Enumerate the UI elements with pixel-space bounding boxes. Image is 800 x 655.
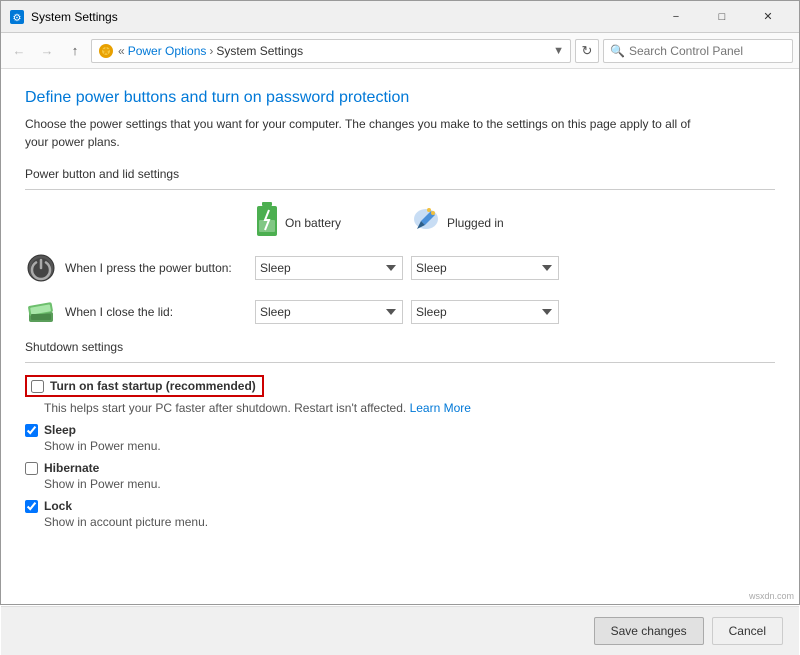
svg-text:⚙: ⚙ [13,13,22,24]
search-icon: 🔍 [610,44,625,58]
lock-desc: Show in account picture menu. [44,515,775,529]
save-changes-button[interactable]: Save changes [594,617,704,645]
main-content: Define power buttons and turn on passwor… [1,69,799,606]
shutdown-section-title: Shutdown settings [25,340,775,354]
path-separator: › [209,44,213,58]
fast-startup-row: Turn on fast startup (recommended) [25,375,775,399]
fast-startup-highlight-box: Turn on fast startup (recommended) [25,375,264,397]
lid-plugged-select[interactable]: Sleep Do nothing Hibernate Shut down Tur… [411,300,559,324]
watermark: wsxdn.com [749,591,794,601]
window-controls: − □ ✕ [653,1,791,33]
sleep-label[interactable]: Sleep [44,423,76,437]
back-button[interactable]: ← [7,39,31,63]
sleep-item: Sleep Show in Power menu. [25,423,775,453]
sleep-desc: Show in Power menu. [44,439,775,453]
maximize-button[interactable]: □ [699,1,745,33]
hibernate-item: Hibernate Show in Power menu. [25,461,775,491]
lock-label[interactable]: Lock [44,499,72,513]
power-button-icon [25,252,57,284]
lock-row: Lock [25,499,775,513]
fast-startup-item: Turn on fast startup (recommended) This … [25,375,775,415]
lid-on-battery-select[interactable]: Sleep Do nothing Hibernate Shut down Tur… [255,300,403,324]
fast-startup-label[interactable]: Turn on fast startup (recommended) [50,379,256,393]
hibernate-desc: Show in Power menu. [44,477,775,491]
divider-1 [25,189,775,190]
lid-row: When I close the lid: Sleep Do nothing H… [25,296,775,328]
lock-item: Lock Show in account picture menu. [25,499,775,529]
power-button-plugged-select[interactable]: Sleep Do nothing Hibernate Shut down Tur… [411,256,559,280]
window-title: System Settings [31,10,653,24]
up-button[interactable]: ↑ [63,39,87,63]
shutdown-section: Shutdown settings Turn on fast startup (… [25,340,775,590]
refresh-button[interactable]: ↻ [575,39,599,63]
column-headers: On battery Plugged in [255,202,775,244]
path-icon [98,43,114,59]
sleep-row: Sleep [25,423,775,437]
divider-2 [25,362,775,363]
search-box[interactable]: 🔍 [603,39,793,63]
page-title: Define power buttons and turn on passwor… [25,89,775,107]
path-dropdown-icon[interactable]: ▼ [553,45,564,57]
power-button-label: When I press the power button: [65,261,255,275]
power-section-title: Power button and lid settings [25,167,775,181]
power-button-selects: Sleep Do nothing Hibernate Shut down Tur… [255,256,559,280]
hibernate-row: Hibernate [25,461,775,475]
power-button-on-battery-select[interactable]: Sleep Do nothing Hibernate Shut down Tur… [255,256,403,280]
address-path[interactable]: « Power Options › System Settings ▼ [91,39,571,63]
page-description: Choose the power settings that you want … [25,115,705,151]
plugged-icon [411,207,441,240]
sleep-checkbox[interactable] [25,424,38,437]
fast-startup-checkbox[interactable] [31,380,44,393]
lid-icon [25,296,57,328]
cancel-button[interactable]: Cancel [712,617,783,645]
col-plugged-in: Plugged in [411,202,559,244]
power-button-row: When I press the power button: Sleep Do … [25,252,775,284]
battery-icon [255,202,279,244]
hibernate-label[interactable]: Hibernate [44,461,99,475]
title-bar: ⚙ System Settings − □ ✕ [1,1,799,33]
breadcrumb-power-options[interactable]: Power Options [128,44,207,58]
breadcrumb-system-settings: System Settings [216,44,303,58]
fast-startup-desc: This helps start your PC faster after sh… [44,401,775,415]
hibernate-checkbox[interactable] [25,462,38,475]
address-bar: ← → ↑ « Power Options › System Settings … [1,33,799,69]
app-icon: ⚙ [9,9,25,25]
col-on-battery: On battery [255,202,403,244]
lid-selects: Sleep Do nothing Hibernate Shut down Tur… [255,300,559,324]
minimize-button[interactable]: − [653,1,699,33]
lid-label: When I close the lid: [65,305,255,319]
search-input[interactable] [629,44,786,58]
learn-more-link[interactable]: Learn More [410,401,471,415]
lock-checkbox[interactable] [25,500,38,513]
forward-button[interactable]: → [35,39,59,63]
breadcrumb-separator: « [118,44,125,58]
footer: Save changes Cancel [1,606,799,655]
close-button[interactable]: ✕ [745,1,791,33]
